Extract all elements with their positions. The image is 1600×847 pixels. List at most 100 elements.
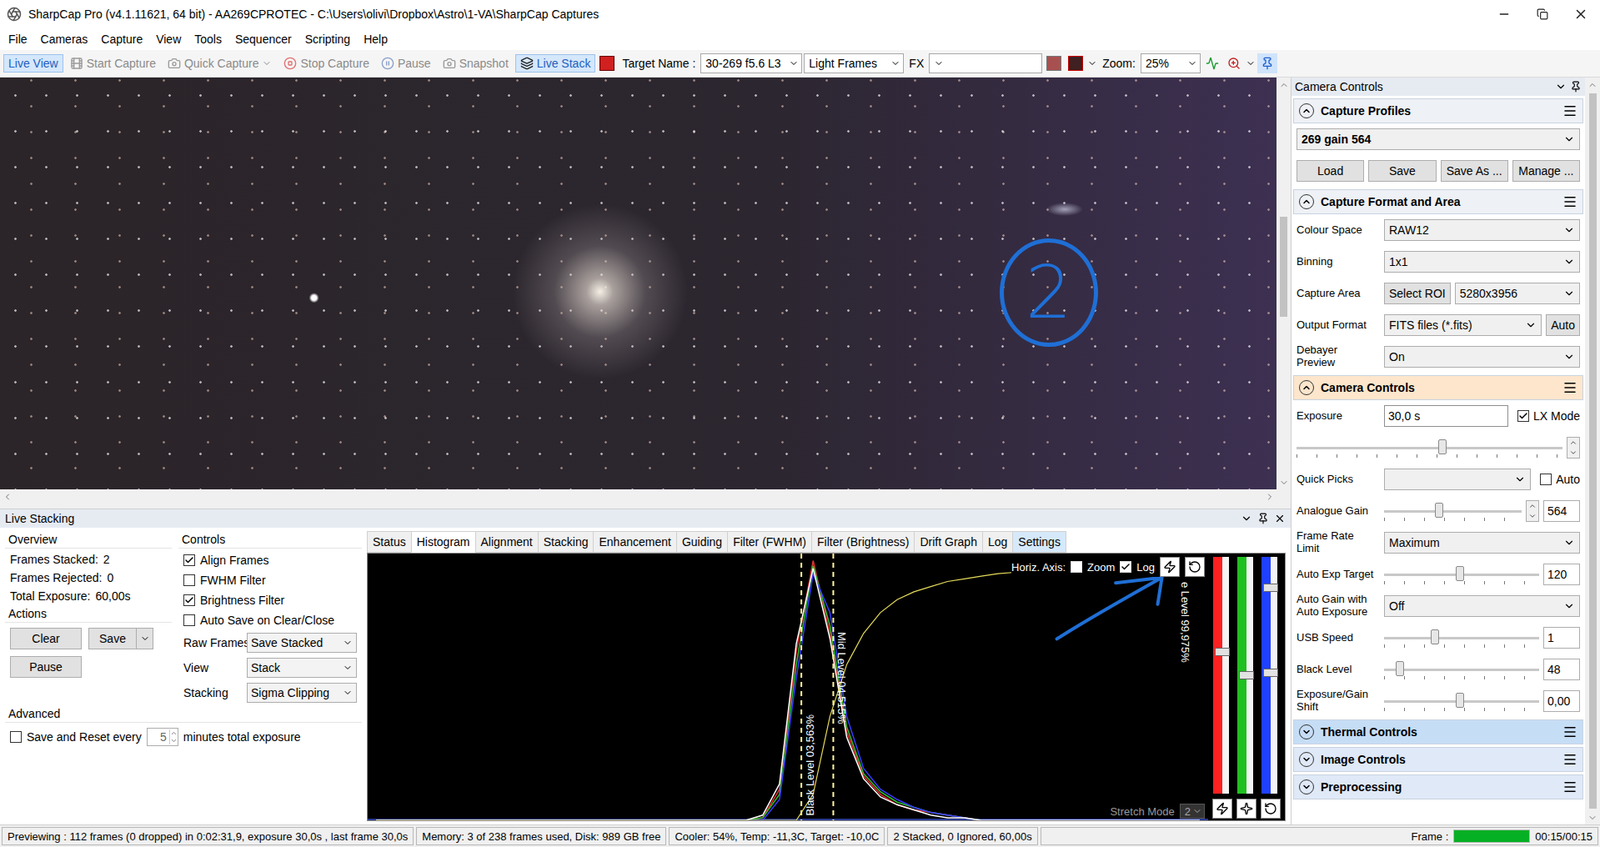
select[interactable]: Save Stacked (246, 632, 357, 653)
save-reset-checkbox[interactable] (10, 731, 22, 743)
collapse-icon[interactable] (1299, 103, 1315, 119)
control-select[interactable]: RAW12 (1384, 219, 1580, 241)
scroll-down-icon[interactable] (1276, 475, 1291, 490)
color-slider[interactable] (1237, 556, 1256, 794)
zoom-checkbox[interactable] (1070, 561, 1083, 573)
checkbox[interactable] (183, 614, 196, 627)
control-value[interactable]: 48 (1543, 658, 1580, 681)
overlay-icon[interactable] (1046, 55, 1062, 71)
profile-button[interactable]: Load (1296, 160, 1365, 182)
menu-item[interactable]: File (1, 30, 35, 49)
minutes-spinner[interactable]: 5 (146, 727, 179, 747)
auto-button[interactable]: Auto (1545, 314, 1580, 337)
clear-button[interactable]: Clear (10, 627, 82, 650)
control-value[interactable]: 0,00 (1543, 690, 1580, 713)
minimize-button[interactable] (1484, 0, 1524, 29)
tab[interactable]: Settings (1012, 531, 1067, 553)
menu-item[interactable]: Scripting (298, 30, 357, 49)
star-button[interactable] (1236, 798, 1257, 819)
pin-button[interactable] (1257, 53, 1278, 74)
live-image[interactable]: 2 (0, 77, 1277, 490)
log-checkbox[interactable] (1119, 561, 1132, 573)
control-slider[interactable] (1384, 500, 1522, 522)
control-value[interactable]: 564 (1543, 500, 1580, 522)
reticle-icon[interactable] (1068, 55, 1084, 71)
color-slider[interactable] (1261, 556, 1280, 794)
slider-handle[interactable] (1263, 668, 1279, 678)
fx-select[interactable] (928, 53, 1043, 74)
scroll-thumb[interactable] (1589, 93, 1597, 809)
save-button[interactable]: Save (88, 627, 137, 650)
section-header[interactable]: Preprocessing (1293, 774, 1584, 800)
nc-icon[interactable] (599, 55, 615, 71)
tab[interactable]: Histogram (411, 531, 477, 553)
vertical-scrollbar[interactable] (1584, 77, 1600, 825)
tab[interactable]: Guiding (676, 531, 728, 553)
spinner[interactable] (1525, 500, 1540, 522)
control-value[interactable]: 1 (1543, 626, 1580, 649)
control-select[interactable]: Maximum (1384, 531, 1580, 554)
collapse-icon[interactable] (1299, 380, 1315, 396)
section-header[interactable]: Capture Format and Area (1293, 189, 1584, 215)
expand-icon[interactable] (1299, 752, 1315, 768)
pin-icon[interactable] (1257, 512, 1269, 525)
tool-button[interactable]: Pause (376, 54, 437, 73)
zoom-select[interactable]: 25% (1140, 53, 1201, 74)
section-header[interactable]: Thermal Controls (1293, 719, 1584, 745)
checkbox[interactable] (1539, 473, 1552, 486)
menu-item[interactable]: Sequencer (228, 30, 299, 49)
tab[interactable]: Alignment (475, 531, 539, 553)
menu-icon[interactable] (1562, 752, 1578, 768)
slider-thumb[interactable] (1438, 439, 1447, 455)
control-slider[interactable] (1384, 563, 1540, 586)
auto-stretch-button[interactable] (1159, 556, 1180, 577)
select[interactable]: Stack (246, 657, 357, 678)
close-button[interactable] (1561, 0, 1600, 29)
slider-handle[interactable] (1263, 583, 1279, 592)
slider-handle[interactable] (1214, 647, 1230, 657)
profile-button[interactable]: Save (1368, 160, 1436, 182)
tool-button[interactable]: Stop Capture (278, 54, 375, 73)
menu-icon[interactable] (1562, 724, 1578, 740)
slider-handle[interactable] (1238, 671, 1254, 680)
color-slider[interactable] (1213, 556, 1232, 794)
control-slider[interactable] (1384, 658, 1540, 681)
tool-button[interactable]: Quick Capture (162, 54, 277, 73)
tab[interactable]: Stacking (537, 531, 595, 553)
control-select[interactable] (1384, 468, 1531, 491)
control-select[interactable]: 1x1 (1384, 250, 1580, 273)
scroll-right-icon[interactable] (1262, 489, 1277, 504)
control-select[interactable]: On (1384, 346, 1580, 368)
tool-button[interactable]: Live View (3, 54, 64, 73)
frame-type-select[interactable]: Light Frames (803, 53, 904, 74)
slider-thumb[interactable] (1395, 661, 1405, 677)
up-icon[interactable] (170, 729, 178, 738)
select-roi-button[interactable]: Select ROI (1384, 282, 1451, 305)
tab[interactable]: Enhancement (592, 531, 677, 553)
down-icon[interactable] (170, 737, 178, 745)
restore-button[interactable] (1523, 0, 1562, 29)
profile-button[interactable]: Manage ... (1512, 160, 1580, 182)
menu-icon[interactable] (1562, 103, 1578, 119)
dropdown-icon[interactable] (1240, 512, 1253, 525)
vertical-scrollbar[interactable] (1276, 77, 1291, 490)
menu-icon[interactable] (1562, 194, 1578, 210)
level-line[interactable] (832, 553, 834, 821)
stretch-mode-select[interactable]: 2 (1179, 803, 1205, 819)
collapse-icon[interactable] (1299, 194, 1315, 210)
control-slider[interactable] (1384, 690, 1540, 713)
control-slider[interactable] (1296, 436, 1563, 459)
tab[interactable]: Log (982, 531, 1014, 553)
scroll-down-icon[interactable] (1585, 810, 1600, 825)
auto-button[interactable] (1212, 798, 1233, 819)
menu-icon[interactable] (1562, 380, 1578, 396)
scroll-thumb[interactable] (1279, 216, 1288, 317)
menu-item[interactable]: Tools (187, 30, 229, 49)
control-slider[interactable] (1384, 626, 1540, 649)
histogram-button[interactable] (1202, 53, 1223, 74)
tool-button[interactable]: Start Capture (65, 54, 161, 73)
slider-thumb[interactable] (1455, 566, 1465, 582)
tool-button[interactable]: Snapshot (437, 54, 514, 73)
expand-icon[interactable] (1299, 779, 1315, 795)
profile-button[interactable]: Save As ... (1440, 160, 1509, 182)
